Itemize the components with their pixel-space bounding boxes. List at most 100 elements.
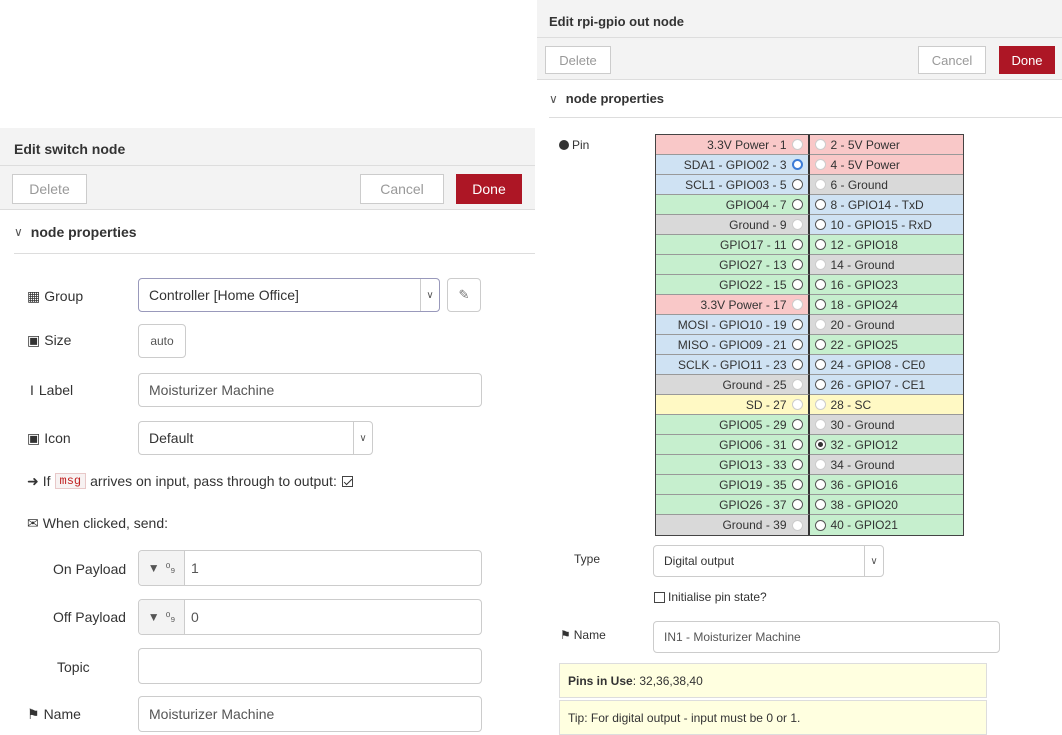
pin-cell-even[interactable]: 2 - 5V Power: [809, 135, 963, 155]
pin-cell-even[interactable]: 6 - Ground: [809, 175, 963, 195]
delete-button[interactable]: Delete: [12, 174, 87, 204]
pin-radio[interactable]: [814, 519, 826, 531]
off-payload-label: Off Payload: [53, 609, 126, 625]
off-payload-input[interactable]: ▼ ⁰₉ 0: [138, 599, 482, 635]
done-button[interactable]: Done: [999, 46, 1055, 74]
pin-radio[interactable]: [791, 339, 803, 350]
pin-cell-odd[interactable]: MOSI - GPIO10 - 19: [656, 315, 810, 335]
node-properties-section[interactable]: ∨ node properties: [549, 80, 1062, 118]
on-payload-input[interactable]: ▼ ⁰₉ 1: [138, 550, 482, 586]
pin-radio[interactable]: [791, 319, 803, 330]
pin-radio[interactable]: [791, 179, 803, 190]
pin-cell-odd[interactable]: GPIO05 - 29: [656, 415, 810, 435]
passthrough-checkbox[interactable]: [341, 475, 353, 487]
pin-cell-odd[interactable]: Ground - 9: [656, 215, 810, 235]
pin-radio[interactable]: [814, 299, 826, 310]
pin-radio[interactable]: [814, 199, 826, 210]
pin-cell-even[interactable]: 32 - GPIO12: [809, 435, 963, 455]
on-payload-label: On Payload: [53, 561, 127, 577]
name-input[interactable]: IN1 - Moisturizer Machine: [653, 621, 1000, 653]
edit-group-button[interactable]: ✎: [447, 278, 481, 312]
pin-cell-odd[interactable]: GPIO26 - 37: [656, 495, 810, 515]
type-selector[interactable]: ▼ ⁰₉: [139, 551, 185, 585]
pin-cell-even[interactable]: 16 - GPIO23: [809, 275, 963, 295]
pin-cell-even[interactable]: 22 - GPIO25: [809, 335, 963, 355]
pin-cell-even[interactable]: 24 - GPIO8 - CE0: [809, 355, 963, 375]
pin-radio[interactable]: [791, 479, 803, 490]
pin-row: Ground - 39 40 - GPIO21: [656, 515, 963, 535]
pin-radio[interactable]: [791, 419, 803, 430]
pin-radio[interactable]: [791, 259, 803, 270]
pin-cell-even[interactable]: 14 - Ground: [809, 255, 963, 275]
done-button[interactable]: Done: [456, 174, 522, 204]
delete-button[interactable]: Delete: [545, 46, 611, 74]
pin-row: SCL1 - GPIO03 - 5 6 - Ground: [656, 175, 963, 195]
pin-cell-odd[interactable]: GPIO19 - 35: [656, 475, 810, 495]
pin-radio[interactable]: [814, 359, 826, 370]
caret-down-icon: ▼: [147, 561, 160, 575]
group-select[interactable]: Controller [Home Office] ∨: [138, 278, 440, 312]
pin-radio: [814, 159, 826, 170]
pin-radio[interactable]: [814, 339, 826, 350]
pin-cell-odd[interactable]: GPIO27 - 13: [656, 255, 810, 275]
pin-radio[interactable]: [814, 439, 826, 450]
pin-cell-odd[interactable]: SD - 27: [656, 395, 810, 415]
chevron-down-icon: ∨: [14, 224, 23, 239]
pin-radio[interactable]: [814, 279, 826, 290]
size-button[interactable]: auto: [138, 324, 186, 358]
pin-radio[interactable]: [814, 219, 826, 230]
pin-cell-odd[interactable]: Ground - 25: [656, 375, 810, 395]
pin-radio[interactable]: [791, 459, 803, 470]
icon-select[interactable]: Default ∨: [138, 421, 373, 455]
pin-cell-even[interactable]: 28 - SC: [809, 395, 963, 415]
pin-cell-even[interactable]: 26 - GPIO7 - CE1: [809, 375, 963, 395]
type-selector[interactable]: ▼ ⁰₉: [139, 600, 185, 634]
topic-input[interactable]: [138, 648, 482, 684]
node-properties-section[interactable]: ∨ node properties: [14, 210, 535, 254]
pin-cell-odd[interactable]: 3.3V Power - 1: [656, 135, 810, 155]
pin-cell-even[interactable]: 12 - GPIO18: [809, 235, 963, 255]
pin-radio[interactable]: [791, 279, 803, 290]
pin-radio[interactable]: [791, 159, 803, 170]
init-checkbox[interactable]: [654, 591, 665, 603]
pin-label: 32 - GPIO12: [830, 437, 898, 452]
pin-cell-even[interactable]: 38 - GPIO20: [809, 495, 963, 515]
pin-cell-odd[interactable]: 3.3V Power - 17: [656, 295, 810, 315]
pin-cell-odd[interactable]: GPIO13 - 33: [656, 455, 810, 475]
pin-cell-odd[interactable]: GPIO04 - 7: [656, 195, 810, 215]
pin-cell-even[interactable]: 30 - Ground: [809, 415, 963, 435]
pin-cell-odd[interactable]: SCLK - GPIO11 - 23: [656, 355, 810, 375]
pin-cell-even[interactable]: 34 - Ground: [809, 455, 963, 475]
pin-radio[interactable]: [791, 359, 803, 370]
pin-radio[interactable]: [814, 499, 826, 510]
pin-radio[interactable]: [791, 199, 803, 210]
pin-cell-odd[interactable]: GPIO06 - 31: [656, 435, 810, 455]
pin-radio[interactable]: [791, 439, 803, 450]
pin-radio[interactable]: [791, 239, 803, 250]
pin-cell-odd[interactable]: SCL1 - GPIO03 - 5: [656, 175, 810, 195]
pin-cell-odd[interactable]: GPIO22 - 15: [656, 275, 810, 295]
pin-radio[interactable]: [814, 379, 826, 390]
pin-cell-even[interactable]: 10 - GPIO15 - RxD: [809, 215, 963, 235]
label-input[interactable]: Moisturizer Machine: [138, 373, 482, 407]
pin-radio[interactable]: [814, 239, 826, 250]
pin-cell-even[interactable]: 18 - GPIO24: [809, 295, 963, 315]
cancel-button[interactable]: Cancel: [918, 46, 986, 74]
pin-cell-even[interactable]: 20 - Ground: [809, 315, 963, 335]
name-input[interactable]: Moisturizer Machine: [138, 696, 482, 732]
pin-cell-odd[interactable]: MISO - GPIO09 - 21: [656, 335, 810, 355]
pin-cell-even[interactable]: 36 - GPIO16: [809, 475, 963, 495]
type-select[interactable]: Digital output ∨: [653, 545, 884, 577]
pin-cell-odd[interactable]: SDA1 - GPIO02 - 3: [656, 155, 810, 175]
pin-cell-even[interactable]: 8 - GPIO14 - TxD: [809, 195, 963, 215]
pin-radio[interactable]: [814, 479, 826, 490]
pin-cell-even[interactable]: 4 - 5V Power: [809, 155, 963, 175]
group-label: ▦ Group: [27, 287, 84, 305]
pin-label: GPIO06 - 31: [719, 437, 787, 452]
pin-label: SCLK - GPIO11 - 23: [678, 357, 787, 372]
pin-cell-odd[interactable]: GPIO17 - 11: [656, 235, 810, 255]
pin-radio[interactable]: [791, 499, 803, 510]
pin-cell-odd[interactable]: Ground - 39: [656, 515, 810, 535]
cancel-button[interactable]: Cancel: [360, 174, 444, 204]
pin-cell-even[interactable]: 40 - GPIO21: [809, 515, 963, 535]
